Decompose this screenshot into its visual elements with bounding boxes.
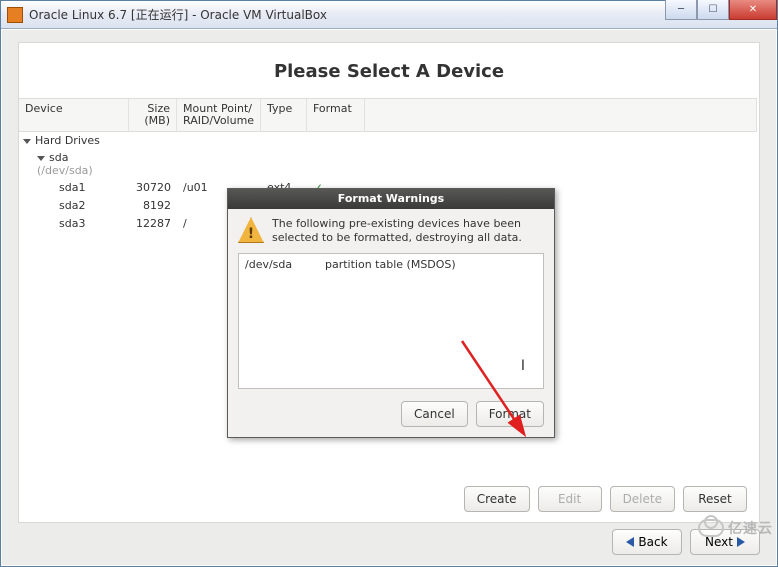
dialog-message: The following pre-existing devices have …: [272, 217, 544, 245]
caret-icon: [23, 139, 31, 144]
cloud-icon: [698, 519, 724, 537]
cancel-button[interactable]: Cancel: [401, 401, 468, 427]
table-header: Device Size (MB) Mount Point/ RAID/Volum…: [19, 98, 757, 132]
delete-button: Delete: [610, 486, 675, 512]
arrow-left-icon: [626, 537, 634, 547]
close-button[interactable]: ✕: [729, 0, 777, 20]
device-list[interactable]: /dev/sda partition table (MSDOS) I: [238, 253, 544, 389]
back-button[interactable]: Back: [612, 529, 682, 555]
window-title: Oracle Linux 6.7 [正在运行] - Oracle VM Virt…: [29, 6, 327, 23]
col-device[interactable]: Device: [19, 99, 129, 131]
caret-icon: [37, 156, 45, 161]
tree-sda-label: sda: [49, 151, 68, 164]
installer-area: Please Select A Device Device Size (MB) …: [2, 30, 776, 565]
dialog-title[interactable]: Format Warnings: [228, 189, 554, 209]
virtualbox-icon: [7, 7, 23, 23]
edit-button: Edit: [538, 486, 602, 512]
format-warnings-dialog: Format Warnings ! The following pre-exis…: [227, 188, 555, 438]
tree-root-label: Hard Drives: [35, 134, 100, 147]
arrow-right-icon: [737, 537, 745, 547]
tree-row-sda[interactable]: sda (/dev/sda): [19, 149, 757, 179]
col-format[interactable]: Format: [307, 99, 365, 131]
reset-button[interactable]: Reset: [683, 486, 747, 512]
watermark: 亿速云: [698, 518, 773, 538]
window-controls: ─ ☐ ✕: [665, 0, 777, 20]
virtualbox-window: Oracle Linux 6.7 [正在运行] - Oracle VM Virt…: [0, 0, 778, 567]
col-type[interactable]: Type: [261, 99, 307, 131]
col-size[interactable]: Size (MB): [129, 99, 177, 131]
tree-row-root[interactable]: Hard Drives: [19, 132, 757, 149]
format-button[interactable]: Format: [476, 401, 544, 427]
warning-icon: !: [238, 217, 264, 243]
minimize-button[interactable]: ─: [665, 0, 697, 20]
col-mount[interactable]: Mount Point/ RAID/Volume: [177, 99, 261, 131]
device-path: /dev/sda: [245, 258, 325, 271]
partition-buttons: Create Edit Delete Reset: [464, 486, 747, 512]
tree-sda-hint: (/dev/sda): [37, 164, 93, 177]
text-cursor-icon: I: [521, 358, 525, 374]
page-title: Please Select A Device: [19, 55, 759, 98]
device-detail: partition table (MSDOS): [325, 258, 537, 271]
create-button[interactable]: Create: [464, 486, 530, 512]
titlebar[interactable]: Oracle Linux 6.7 [正在运行] - Oracle VM Virt…: [1, 1, 777, 29]
maximize-button[interactable]: ☐: [697, 0, 729, 20]
